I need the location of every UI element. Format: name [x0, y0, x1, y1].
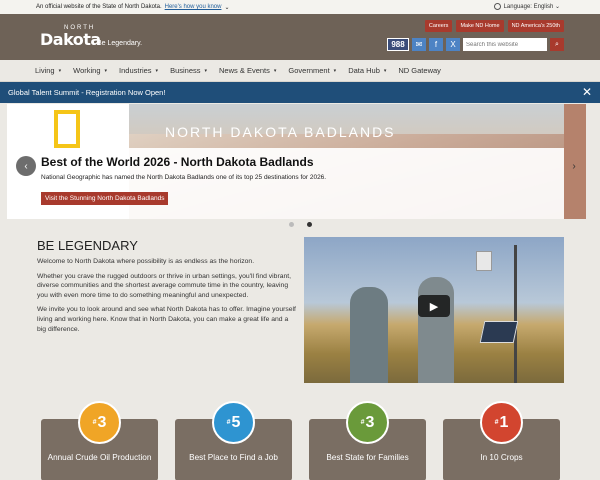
- hero-slider: NORTH DAKOTA BADLANDS Best of the World …: [7, 104, 586, 219]
- nav-business[interactable]: Business ▾: [170, 66, 207, 75]
- search-icon[interactable]: ⌕: [550, 38, 564, 51]
- heres-how-you-know-link[interactable]: Here's how you know: [165, 4, 222, 10]
- stat-card-crude-oil[interactable]: #3 Annual Crude Oil Production: [41, 401, 158, 480]
- caret-down-icon: ▾: [155, 67, 159, 74]
- hero-description: National Geographic has named the North …: [41, 174, 327, 181]
- video-person-2: [418, 277, 454, 383]
- email-icon[interactable]: ✉: [412, 38, 426, 51]
- alert-banner: Global Talent Summit - Registration Now …: [0, 82, 600, 103]
- logo-dakota: Dakota: [40, 30, 101, 49]
- nav-living[interactable]: Living ▾: [35, 66, 61, 75]
- stat-label: Best State for Families: [326, 453, 409, 462]
- x-social-icon[interactable]: X: [446, 38, 460, 51]
- rank-badge: #3: [78, 401, 121, 444]
- stat-label: Annual Crude Oil Production: [47, 453, 152, 462]
- careers-button[interactable]: Careers: [424, 20, 453, 32]
- alert-link[interactable]: Global Talent Summit - Registration Now …: [8, 88, 165, 97]
- chevron-right-icon[interactable]: ›: [564, 156, 584, 176]
- rank-badge: #5: [212, 401, 255, 444]
- video-person-1: [350, 287, 388, 383]
- stat-label: In 10 Crops: [480, 453, 523, 462]
- nav-working[interactable]: Working ▾: [73, 66, 107, 75]
- intro-paragraph-2: Whether you crave the rugged outdoors or…: [37, 272, 292, 299]
- logo-tagline: Be Legendary.: [97, 40, 143, 47]
- hero-overlay-text: NORTH DAKOTA BADLANDS: [165, 124, 396, 140]
- facebook-icon[interactable]: f: [429, 38, 443, 51]
- chevron-left-icon[interactable]: ‹: [16, 156, 36, 176]
- nav-news-events[interactable]: News & Events ▾: [219, 66, 276, 75]
- language-label: Language: English ⌄: [503, 4, 560, 10]
- slide-dot-2[interactable]: [307, 222, 312, 227]
- nav-government[interactable]: Government ▾: [288, 66, 336, 75]
- chevron-down-icon[interactable]: ⌄: [224, 4, 229, 11]
- solar-panel: [479, 321, 519, 343]
- stat-card-families[interactable]: #3 Best State for Families: [309, 401, 426, 480]
- search-input[interactable]: [463, 38, 547, 51]
- weather-sensor: [476, 251, 492, 271]
- stat-card-crops[interactable]: #1 In 10 Crops: [443, 401, 560, 480]
- rankings: #3 Annual Crude Oil Production #5 Best P…: [41, 401, 560, 480]
- intro-paragraph-1: Welcome to North Dakota where possibilit…: [37, 258, 255, 265]
- caret-down-icon: ▾: [273, 67, 277, 74]
- nd-america-250-button[interactable]: ND America's 250th: [507, 20, 564, 32]
- rank-badge: #3: [346, 401, 389, 444]
- hero-cta-button[interactable]: Visit the Stunning North Dakota Badlands: [41, 192, 169, 205]
- stat-label: Best Place to Find a Job: [189, 453, 278, 462]
- intro-heading: BE LEGENDARY: [37, 238, 138, 253]
- main-navigation: Living ▾ Working ▾ Industries ▾ Business ▾ N…: [0, 60, 600, 82]
- caret-down-icon: ▾: [204, 67, 208, 74]
- hero-title: Best of the World 2026 - North Dakota Ba…: [41, 155, 314, 169]
- caret-down-icon: ▾: [104, 67, 108, 74]
- stat-card-find-job[interactable]: #5 Best Place to Find a Job: [175, 401, 292, 480]
- caret-down-icon: ▾: [58, 67, 62, 74]
- globe-icon: [493, 3, 501, 10]
- site-header: NORTH Dakota Be Legendary. Language: Eng…: [0, 3, 600, 60]
- close-icon[interactable]: ✕: [582, 85, 592, 99]
- nav-nd-gateway[interactable]: ND Gateway: [398, 66, 441, 75]
- slider-dots: [289, 222, 312, 227]
- intro-section: BE LEGENDARY Welcome to North Dakota whe…: [37, 238, 299, 339]
- language-selector[interactable]: Language: English ⌄: [493, 3, 560, 10]
- nav-data-hub[interactable]: Data Hub ▾: [348, 66, 386, 75]
- quick-links: Careers Make ND Home ND America's 250th: [424, 20, 564, 32]
- crisis-988-button[interactable]: 988: [387, 38, 409, 51]
- national-geographic-icon: [54, 110, 80, 148]
- rank-badge: #1: [480, 401, 523, 444]
- nav-industries[interactable]: Industries ▾: [119, 66, 158, 75]
- header-tools: 988 ✉ f X ⌕: [387, 38, 564, 51]
- caret-down-icon: ▾: [333, 67, 337, 74]
- play-icon[interactable]: ▶: [418, 295, 450, 317]
- weather-station-pole: [514, 245, 517, 383]
- make-nd-home-button[interactable]: Make ND Home: [456, 20, 504, 32]
- caret-down-icon: ▾: [383, 67, 387, 74]
- intro-paragraph-3: We invite you to look around and see wha…: [37, 306, 296, 333]
- intro-video[interactable]: ▶: [304, 237, 564, 383]
- slide-dot-1[interactable]: [289, 222, 294, 227]
- official-banner-text: An official website of the State of Nort…: [36, 4, 162, 10]
